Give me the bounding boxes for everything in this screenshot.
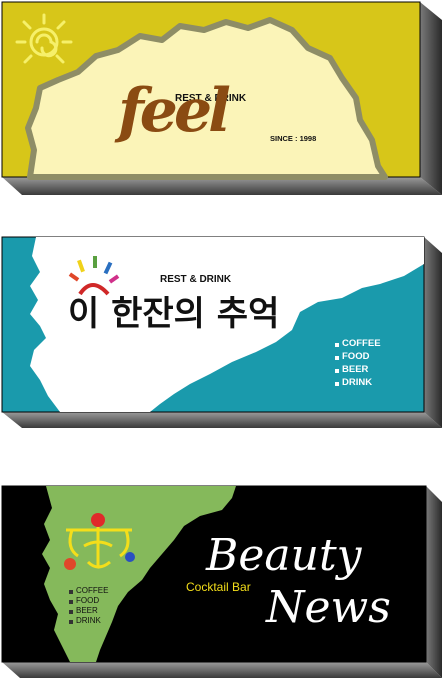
- sign-beauty-news: Cocktail Bar Beauty News COFFEE FOOD BEE…: [0, 484, 445, 679]
- menu-item: COFFEE: [76, 586, 109, 595]
- menu-item: BEER: [76, 606, 98, 615]
- bullet: [335, 369, 339, 373]
- subtitle: Cocktail Bar: [186, 580, 251, 594]
- brand-name: feel: [118, 76, 231, 146]
- tagline: REST & DRINK: [160, 274, 232, 285]
- menu-item: COFFEE: [342, 338, 381, 349]
- sign-korean: REST & DRINK 이 한잔의 추억 COFFEE FOOD BEER D…: [0, 234, 445, 430]
- menu-item: FOOD: [342, 351, 370, 362]
- sign-feel: REST & DRINK feel SINCE : 1998: [0, 0, 445, 200]
- title-line-2: News: [266, 582, 391, 633]
- menu-item: FOOD: [76, 596, 100, 605]
- bullet: [69, 610, 73, 614]
- menu-item: DRINK: [342, 377, 373, 388]
- bullet: [335, 356, 339, 360]
- menu-item: DRINK: [76, 616, 101, 625]
- menu-item: BEER: [342, 364, 369, 375]
- bullet: [335, 343, 339, 347]
- bullet: [69, 590, 73, 594]
- bullet: [335, 382, 339, 386]
- since-label: SINCE : 1998: [270, 134, 317, 143]
- title-line-1: Beauty: [206, 530, 362, 581]
- bullet: [69, 620, 73, 624]
- brand-name: 이 한잔의 추억: [68, 294, 280, 334]
- bullet: [69, 600, 73, 604]
